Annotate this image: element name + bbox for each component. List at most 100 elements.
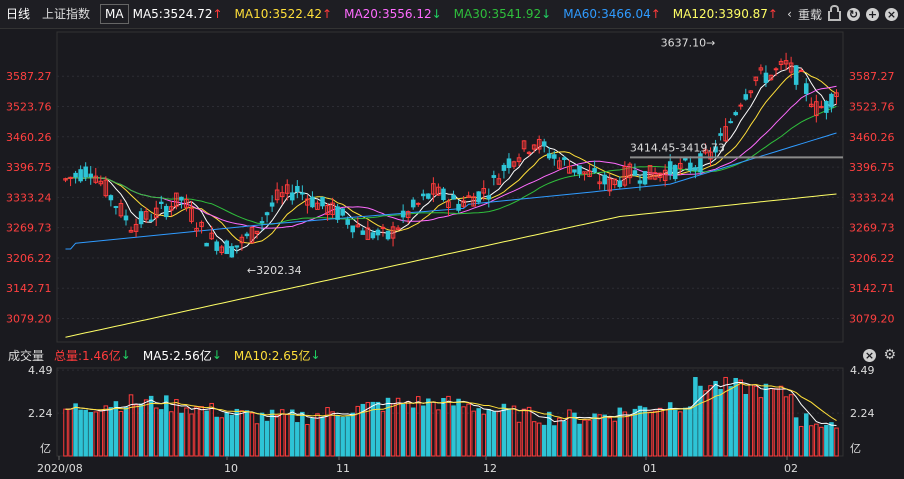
candle-body <box>345 219 350 225</box>
candle-body <box>290 192 295 201</box>
candle-body <box>234 245 240 248</box>
volume-bar <box>315 413 320 457</box>
volume-bar <box>758 397 764 457</box>
candle-body <box>501 164 507 171</box>
y-tick-label-left: 3587.27 <box>6 70 52 83</box>
candle-body <box>204 242 209 247</box>
volume-bar <box>693 377 698 457</box>
candle-body <box>829 93 834 108</box>
volume-bar <box>531 421 537 457</box>
price-annotation: 3414.45-3419.73 <box>630 141 725 154</box>
y-tick-label-right: 3396.75 <box>849 161 895 174</box>
candle-body <box>214 241 219 251</box>
volume-bar <box>471 410 476 457</box>
volume-bar <box>562 420 567 457</box>
candle-body <box>415 202 421 205</box>
volume-bar <box>153 407 159 457</box>
volume-bar <box>143 399 149 457</box>
kline-chart: 3587.27 3587.27 3523.76 3523.76 3460.26 3460.… <box>6 31 895 475</box>
volume-bar <box>395 397 401 457</box>
candle-body <box>592 168 597 173</box>
candle-body <box>562 157 567 160</box>
volume-bar <box>431 401 436 457</box>
candle-body <box>164 205 169 218</box>
x-axis-label: 10 <box>224 462 238 475</box>
x-axis-label: 11 <box>336 462 350 475</box>
candle-body <box>73 172 78 178</box>
candle-body <box>123 215 129 221</box>
volume-bar <box>632 408 638 457</box>
volume-bar <box>718 388 723 457</box>
candle-body <box>743 94 749 100</box>
volume-bar <box>421 405 426 457</box>
candle-body <box>617 180 623 187</box>
volume-bar <box>229 414 235 457</box>
volume-bar <box>753 385 759 457</box>
candle-body <box>375 229 381 236</box>
candle-body <box>693 167 698 171</box>
candle-body <box>824 100 829 113</box>
candle-body <box>733 112 738 116</box>
volume-bar <box>310 417 315 457</box>
candle-body <box>773 68 779 71</box>
candle-body <box>637 180 643 184</box>
volume-bar <box>809 425 814 457</box>
volume-bar <box>335 415 340 457</box>
volume-bar <box>78 409 83 457</box>
volume-bar <box>688 406 693 457</box>
volume-bar <box>642 407 648 457</box>
price-annotation: 3637.10→ <box>661 36 716 49</box>
volume-bar <box>577 423 582 457</box>
volume-bar <box>305 423 310 457</box>
y-tick-label-left: 3523.76 <box>6 101 52 114</box>
candle-body <box>793 65 799 85</box>
candle-body <box>577 165 582 175</box>
volume-bar <box>345 416 350 457</box>
candle-body <box>370 232 376 239</box>
candle-body <box>88 173 93 178</box>
volume-bar <box>612 420 618 457</box>
volume-bar <box>607 417 612 457</box>
volume-bar <box>269 409 275 457</box>
candle-body <box>506 158 512 169</box>
volume-bar <box>274 414 280 457</box>
volume-bar <box>436 409 441 457</box>
volume-bar <box>798 425 804 457</box>
volume-bar <box>552 425 557 457</box>
candle-body <box>546 153 552 159</box>
candle-body <box>350 225 356 233</box>
volume-bar <box>189 413 194 457</box>
volume-bar <box>113 401 119 457</box>
volume-bar <box>768 388 774 457</box>
candle-body <box>763 72 769 83</box>
volume-bar <box>68 408 73 457</box>
y-tick-label-right: 3333.24 <box>849 191 895 204</box>
volume-bar <box>320 416 325 457</box>
volume-bar <box>375 401 381 457</box>
volume-bar <box>108 407 114 457</box>
volume-bar <box>572 412 577 457</box>
y-tick-label-right: 3460.26 <box>849 131 895 144</box>
volume-bar <box>683 407 688 457</box>
x-axis-label: 02 <box>784 462 798 475</box>
volume-bar <box>446 395 451 457</box>
volume-unit-left: 亿 <box>40 442 51 455</box>
volume-bar <box>592 413 597 457</box>
candle-body <box>320 196 325 207</box>
volume-bar <box>295 422 300 457</box>
volume-bar <box>410 407 416 457</box>
volume-bar <box>234 408 240 457</box>
candle-body <box>138 211 144 225</box>
candle-body <box>340 208 345 216</box>
candle-body <box>541 141 547 147</box>
volume-bar <box>254 423 260 457</box>
volume-bar <box>824 424 829 457</box>
candle-body <box>718 133 723 136</box>
volume-bar <box>88 412 93 457</box>
volume-bar <box>199 406 204 457</box>
volume-bar <box>400 403 406 457</box>
volume-bar <box>300 411 305 457</box>
volume-bar <box>743 393 749 457</box>
volume-bar <box>793 417 799 457</box>
y-tick-label-left: 3460.26 <box>6 131 52 144</box>
